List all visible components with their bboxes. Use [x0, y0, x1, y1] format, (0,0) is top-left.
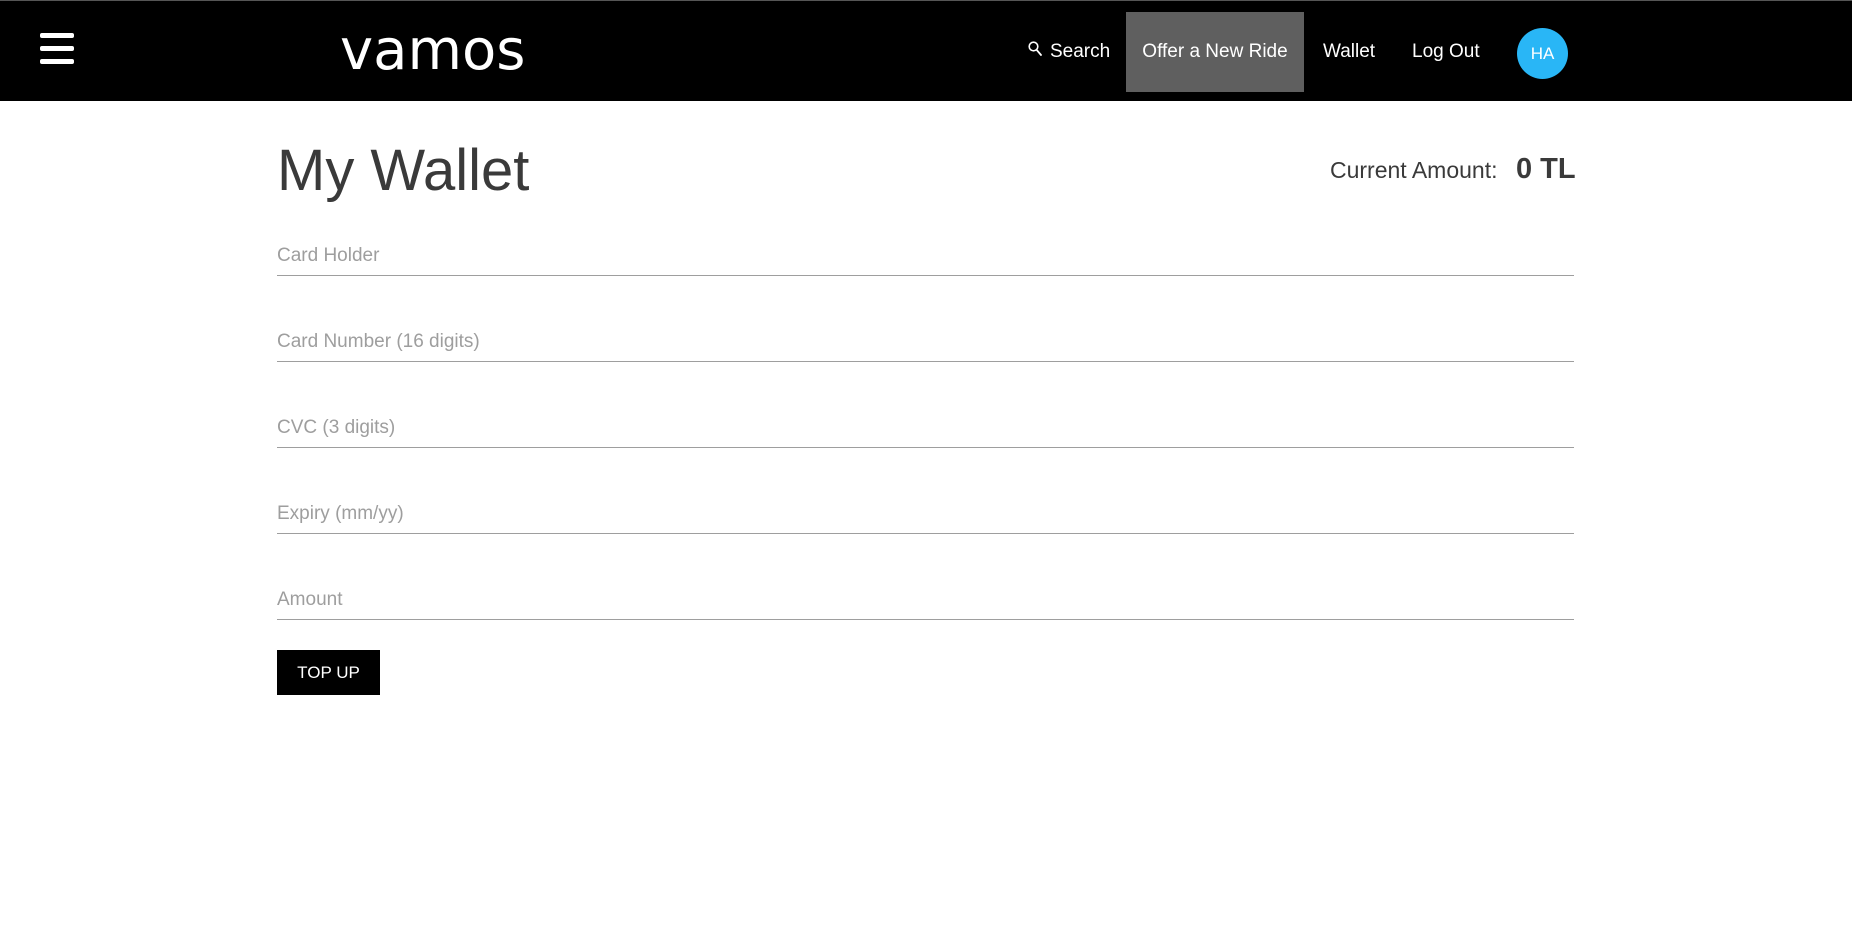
top-navbar: vamos Search Offer a New Ride Wallet Log…	[0, 0, 1852, 101]
current-amount-value: 0 TL	[1516, 153, 1576, 185]
nav-search-link[interactable]: Search	[1028, 12, 1110, 92]
top-up-button[interactable]: TOP UP	[277, 650, 380, 695]
cvc-input[interactable]	[277, 408, 1574, 448]
card-number-input[interactable]	[277, 322, 1574, 362]
card-holder-input[interactable]	[277, 236, 1574, 276]
search-icon	[1028, 41, 1042, 56]
nav-search-label: Search	[1050, 41, 1111, 62]
nav-wallet-link[interactable]: Wallet	[1323, 12, 1375, 92]
brand-logo[interactable]: vamos	[340, 19, 525, 83]
hamburger-menu-icon[interactable]	[40, 33, 74, 64]
page-title: My Wallet	[277, 138, 530, 203]
expiry-input[interactable]	[277, 494, 1574, 534]
amount-input[interactable]	[277, 580, 1574, 620]
current-amount-label: Current Amount:	[1330, 157, 1498, 183]
user-avatar[interactable]: HA	[1517, 28, 1568, 79]
nav-logout-link[interactable]: Log Out	[1412, 12, 1480, 92]
nav-offer-ride-link[interactable]: Offer a New Ride	[1126, 12, 1304, 92]
